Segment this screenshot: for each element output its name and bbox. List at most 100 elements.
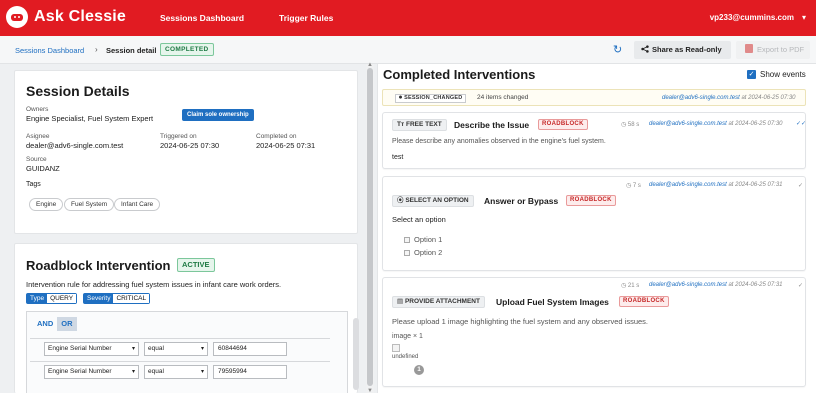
tag-infant-care: Infant Care xyxy=(114,198,161,211)
completed-value: 2024-06-25 07:31 xyxy=(256,141,316,150)
chevron-down-icon: ▾ xyxy=(131,369,135,375)
assignee-value: dealer@adv6-single.com.test xyxy=(26,141,124,150)
field-select-value: Engine Serial Number xyxy=(48,345,112,352)
text-type-icon: Tт xyxy=(397,121,405,128)
event-code-badge: ⏺ SESSION_CHANGED xyxy=(395,94,467,103)
clock-icon: ◷ xyxy=(621,122,628,128)
event-row: ⏺ SESSION_CHANGED 24 items changed deale… xyxy=(382,89,806,106)
intervention-prompt: Please upload 1 image highlighting the f… xyxy=(392,317,648,326)
breadcrumb-bar: Sessions Dashboard › Session detail COMP… xyxy=(0,36,816,64)
intervention-meta: dealer@adv6-single.com.test at 2024-06-2… xyxy=(649,121,783,127)
event-code: SESSION_CHANGED xyxy=(404,95,463,101)
tag-engine: Engine xyxy=(29,198,64,211)
status-badge-active: ACTIVE xyxy=(177,258,215,272)
intervention-prompt: Select an option xyxy=(392,215,446,224)
triggered-value: 2024-06-25 07:30 xyxy=(160,141,220,150)
rules-scrollbar[interactable] xyxy=(353,318,359,390)
field-select[interactable]: Engine Serial Number ▾ xyxy=(44,342,139,356)
status-badge: COMPLETED xyxy=(160,43,214,56)
tags-label: Tags xyxy=(26,181,41,188)
intervention-card-attachment: ◷ 21 s dealer@adv6-single.com.test at 20… xyxy=(382,277,806,387)
image-count-badge: 1 xyxy=(414,365,424,375)
roadblock-intervention-card: Roadblock Intervention ACTIVE Interventi… xyxy=(14,243,359,393)
refresh-icon[interactable]: ↻ xyxy=(613,44,625,56)
intervention-title: Upload Fuel System Images xyxy=(496,297,609,307)
double-check-icon: ✓✓ xyxy=(796,121,807,127)
intervention-answer: test xyxy=(392,154,404,161)
share-button-label: Share as Read-only xyxy=(652,45,722,54)
and-or-toggle: AND OR xyxy=(33,317,77,331)
event-summary: 24 items changed xyxy=(477,94,529,101)
type-value: QUERY xyxy=(47,294,77,303)
operator-select[interactable]: equal ▾ xyxy=(144,365,208,379)
checkbox-checked-icon[interactable]: ✓ xyxy=(747,70,756,79)
intervention-title: Answer or Bypass xyxy=(484,196,559,206)
roadblock-description: Intervention rule for addressing fuel sy… xyxy=(26,280,282,289)
breadcrumb-current: Session detail xyxy=(106,46,157,55)
top-navigation-bar: Ask Clessie Sessions Dashboard Trigger R… xyxy=(0,0,816,36)
robot-logo-icon xyxy=(6,6,28,28)
show-events-checkbox[interactable]: ✓ Show events xyxy=(747,70,806,79)
event-time: at 2024-06-25 07:30 xyxy=(741,95,796,101)
rule-row: Engine Serial Number ▾ equal ▾ 79595994 xyxy=(30,361,330,382)
image-alt-text: undefined xyxy=(392,354,419,360)
share-read-only-button[interactable]: Share as Read-only xyxy=(634,41,731,59)
type-chip-label: SELECT AN OPTION xyxy=(405,197,469,204)
export-pdf-button[interactable]: Export to PDF xyxy=(736,41,810,59)
session-details-card: Session Details Owners Engine Specialist… xyxy=(14,70,358,234)
share-icon xyxy=(641,45,649,53)
image-count-label: image × 1 xyxy=(392,333,423,340)
owners-label: Owners xyxy=(26,106,49,113)
and-toggle[interactable]: AND xyxy=(33,317,57,331)
intervention-prompt: Please describe any anomalies observed i… xyxy=(392,138,606,145)
intervention-user: dealer@adv6-single.com.test xyxy=(649,282,727,288)
intervention-title: Describe the Issue xyxy=(454,120,530,130)
broken-image-icon[interactable] xyxy=(392,344,400,352)
operator-select-value: equal xyxy=(148,368,164,375)
option-label: Option 1 xyxy=(414,235,443,244)
type-pill: Type QUERY xyxy=(26,293,78,304)
free-text-type-chip: Tт FREE TEXT xyxy=(392,119,447,131)
owners-value: Engine Specialist, Fuel System Expert xyxy=(26,114,154,123)
left-panel-scrollbar[interactable]: ▲ ▼ xyxy=(366,62,374,393)
chevron-down-icon[interactable]: ▾ xyxy=(802,13,806,22)
rule-value-input[interactable]: 60844694 xyxy=(213,342,287,356)
intervention-user: dealer@adv6-single.com.test xyxy=(649,121,727,127)
user-menu[interactable]: vp233@cummins.com xyxy=(710,13,794,22)
rule-value-input[interactable]: 79595994 xyxy=(213,365,287,379)
select-option-type-chip: ⦿ SELECT AN OPTION xyxy=(392,195,474,207)
pdf-icon xyxy=(745,44,753,53)
export-button-label: Export to PDF xyxy=(757,45,805,54)
severity-value: CRITICAL xyxy=(113,294,150,303)
timer-value: 21 s xyxy=(627,283,640,289)
option-2: Option 2 xyxy=(404,248,442,257)
breadcrumb-sessions-dashboard[interactable]: Sessions Dashboard xyxy=(15,46,84,55)
rule-builder: AND OR Engine Serial Number ▾ equal ▾ 6084… xyxy=(26,311,348,393)
timer: ◷ 7 s xyxy=(626,182,641,189)
operator-select[interactable]: equal ▾ xyxy=(144,342,208,356)
or-toggle[interactable]: OR xyxy=(57,317,77,331)
scroll-down-icon[interactable]: ▼ xyxy=(366,388,374,393)
timer: ◷ 21 s xyxy=(621,282,639,289)
session-details-title: Session Details xyxy=(26,83,130,99)
operator-select-value: equal xyxy=(148,345,164,352)
document-icon: ▤ xyxy=(397,298,405,305)
checkbox-disabled-icon xyxy=(404,249,410,256)
nav-sessions-dashboard[interactable]: Sessions Dashboard xyxy=(160,13,244,23)
roadblock-tag: ROADBLOCK xyxy=(566,195,616,206)
intervention-user: dealer@adv6-single.com.test xyxy=(649,182,727,188)
intervention-card-free-text: Tт FREE TEXT Describe the Issue ROADBLOC… xyxy=(382,112,806,169)
rule-row: Engine Serial Number ▾ equal ▾ 60844694 xyxy=(30,338,330,359)
intervention-meta: dealer@adv6-single.com.test at 2024-06-2… xyxy=(649,182,783,188)
intervention-meta: dealer@adv6-single.com.test at 2024-06-2… xyxy=(649,282,783,288)
nav-trigger-rules[interactable]: Trigger Rules xyxy=(279,13,333,23)
tag-fuel-system: Fuel System xyxy=(64,198,115,211)
check-icon: ✓ xyxy=(798,183,804,189)
completed-interventions-panel: Completed Interventions ✓ Show events ⏺ … xyxy=(377,64,816,393)
triggered-label: Triggered on xyxy=(160,133,197,140)
source-value: GUIDANZ xyxy=(26,164,60,173)
field-select[interactable]: Engine Serial Number ▾ xyxy=(44,365,139,379)
app-logo[interactable]: Ask Clessie xyxy=(6,6,126,28)
claim-sole-ownership-button[interactable]: Claim sole ownership xyxy=(182,109,254,121)
scrollbar-thumb[interactable] xyxy=(367,68,373,386)
